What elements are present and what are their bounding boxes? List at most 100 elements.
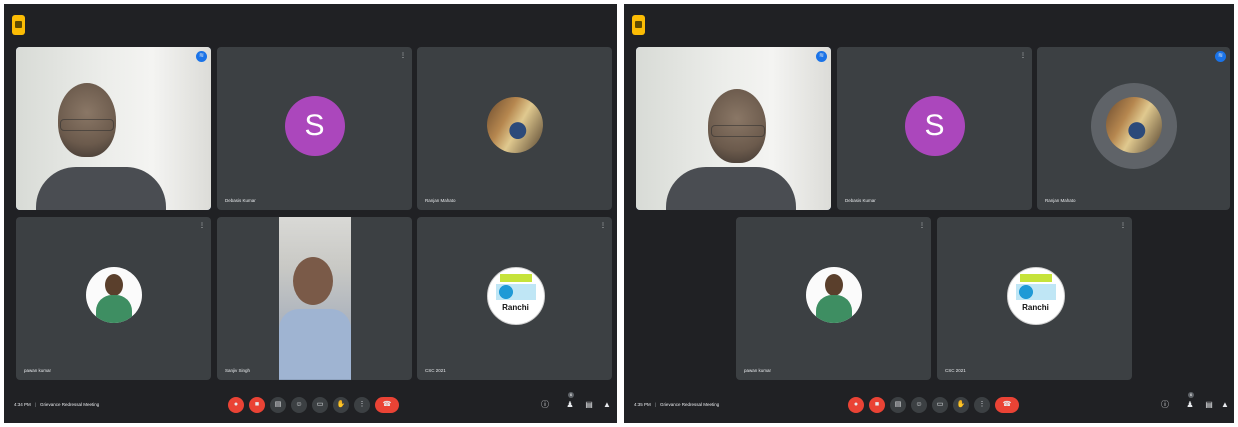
meeting-title: Grievance Redressal Meeting: [659, 402, 720, 407]
captions-button[interactable]: ▤: [890, 397, 906, 413]
more-options-button[interactable]: ⋮: [354, 397, 370, 413]
camera-button[interactable]: ■: [249, 397, 265, 413]
more-icon[interactable]: ⋮: [400, 53, 406, 59]
meet-logo: [632, 15, 645, 35]
participant-tile-self-video[interactable]: ≋: [636, 47, 831, 210]
active-speaker-icon: ≋: [196, 51, 207, 62]
info-icon: ⓘ: [1161, 400, 1169, 409]
mic-button[interactable]: ●: [228, 397, 244, 413]
activities-icon: ▲: [603, 400, 611, 409]
raise-hand-button[interactable]: ✋: [333, 397, 349, 413]
more-icon: ⋮: [978, 401, 986, 408]
meeting-title: Grievance Redressal Meeting: [39, 402, 100, 407]
end-call-button[interactable]: ☎: [375, 397, 399, 413]
mic-off-icon: ●: [233, 401, 239, 408]
captions-button[interactable]: ▤: [270, 397, 286, 413]
chat-icon: ▤: [585, 400, 593, 409]
info-button[interactable]: ⓘ: [1160, 400, 1170, 410]
more-icon[interactable]: ⋮: [199, 223, 205, 229]
emoji-button[interactable]: ☺: [911, 397, 927, 413]
avatar: S: [284, 95, 345, 156]
people-icon: ♟: [566, 400, 574, 409]
avatar: [1105, 96, 1162, 153]
present-button[interactable]: ▭: [932, 397, 948, 413]
active-speaker-icon: ≋: [816, 51, 827, 62]
camera-feed: [636, 47, 831, 210]
participant-tile-ranjan[interactable]: Ranjan Mahato: [417, 47, 612, 210]
avatar: Ranchi: [1006, 266, 1065, 325]
call-end-icon: ☎: [1002, 401, 1012, 408]
camera-feed: [279, 217, 351, 380]
meet-logo: [12, 15, 25, 35]
emoji-icon: ☺: [295, 401, 303, 408]
present-icon: ▭: [316, 401, 324, 408]
participant-tile-ranjan[interactable]: ≋ Ranjan Mahato: [1037, 47, 1230, 210]
chat-button[interactable]: ▤: [1204, 400, 1214, 410]
avatar: [486, 96, 543, 153]
more-icon: ⋮: [358, 401, 366, 408]
meet-screenshot-left: ≋ S ⋮ Debasis Kumar Ranjan Mahato ⋮ pawa…: [4, 4, 617, 423]
more-icon[interactable]: ⋮: [919, 223, 925, 229]
raise-hand-button[interactable]: ✋: [953, 397, 969, 413]
participant-name: Sanjiv Singh: [225, 368, 251, 373]
hand-icon: ✋: [336, 401, 346, 408]
participant-name: Ranjan Mahato: [425, 198, 456, 203]
chat-button[interactable]: ▤: [584, 400, 594, 410]
bottom-toolbar: 4:35 PM | Grievance Redressal Meeting ● ■ …: [624, 389, 1234, 423]
participants-badge: 6: [1188, 392, 1194, 398]
logo-text: Ranchi: [1022, 302, 1049, 312]
info-button[interactable]: ⓘ: [540, 400, 550, 410]
participant-tile-sanjiv[interactable]: Sanjiv Singh: [217, 217, 412, 380]
logo-text: Ranchi: [502, 302, 529, 312]
hand-icon: ✋: [956, 401, 966, 408]
more-icon[interactable]: ⋮: [600, 223, 606, 229]
info-icon: ⓘ: [541, 400, 549, 409]
captions-icon: ▤: [894, 401, 902, 408]
end-call-button[interactable]: ☎: [995, 397, 1019, 413]
participant-tile-self-video[interactable]: ≋: [16, 47, 211, 210]
activities-icon: ▲: [1221, 400, 1229, 409]
participant-name: CSC 2021: [945, 368, 966, 373]
people-button[interactable]: ♟: [1185, 400, 1195, 410]
active-speaker-icon: ≋: [1215, 51, 1226, 62]
participant-tile-debasis[interactable]: S ⋮ Debasis Kumar: [837, 47, 1032, 210]
people-button[interactable]: ♟: [565, 400, 575, 410]
participant-name: pawan kumar: [744, 368, 772, 373]
participant-tile-csc[interactable]: Ranchi ⋮ CSC 2021: [937, 217, 1132, 380]
mic-off-icon: ●: [853, 401, 859, 408]
activities-button[interactable]: ▲: [1220, 400, 1230, 410]
participant-tile-debasis[interactable]: S ⋮ Debasis Kumar: [217, 47, 412, 210]
more-icon[interactable]: ⋮: [1020, 53, 1026, 59]
camera-button[interactable]: ■: [869, 397, 885, 413]
meet-screenshot-right: ≋ S ⋮ Debasis Kumar ≋ Ranjan Mahato ⋮ pa…: [624, 4, 1234, 423]
camera-feed: [16, 47, 211, 210]
people-icon: ♟: [1186, 400, 1194, 409]
participant-name: Debasis Kumar: [225, 198, 256, 203]
participant-name: pawan kumar: [24, 368, 52, 373]
clock: 4:34 PM: [14, 402, 31, 407]
chat-icon: ▤: [1205, 400, 1213, 409]
present-icon: ▭: [936, 401, 944, 408]
participant-tile-pawan[interactable]: ⋮ pawan kumar: [16, 217, 211, 380]
avatar: Ranchi: [486, 266, 545, 325]
participant-name: Debasis Kumar: [845, 198, 876, 203]
bottom-toolbar: 4:34 PM | Grievance Redressal Meeting ● ■ …: [4, 389, 617, 423]
emoji-icon: ☺: [915, 401, 923, 408]
avatar: [805, 266, 862, 323]
more-options-button[interactable]: ⋮: [974, 397, 990, 413]
participant-name: Ranjan Mahato: [1045, 198, 1076, 203]
camera-off-icon: ■: [254, 401, 260, 408]
avatar: S: [904, 95, 965, 156]
present-button[interactable]: ▭: [312, 397, 328, 413]
meeting-info: 4:35 PM | Grievance Redressal Meeting: [634, 402, 720, 407]
more-icon[interactable]: ⋮: [1120, 223, 1126, 229]
clock: 4:35 PM: [634, 402, 651, 407]
participant-tile-pawan[interactable]: ⋮ pawan kumar: [736, 217, 931, 380]
participants-badge: 6: [568, 392, 574, 398]
activities-button[interactable]: ▲: [602, 400, 612, 410]
participant-tile-csc[interactable]: Ranchi ⋮ CSC 2021: [417, 217, 612, 380]
captions-icon: ▤: [274, 401, 282, 408]
call-end-icon: ☎: [382, 401, 392, 408]
emoji-button[interactable]: ☺: [291, 397, 307, 413]
mic-button[interactable]: ●: [848, 397, 864, 413]
